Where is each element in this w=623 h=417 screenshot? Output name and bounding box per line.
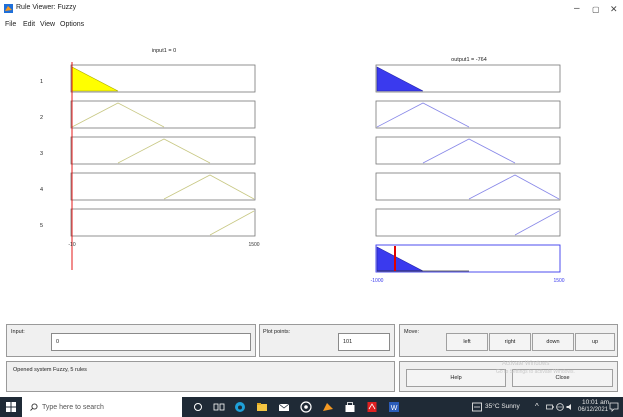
notification-center-icon[interactable] (609, 402, 619, 412)
output-header: output1 = -764 (451, 57, 487, 63)
input-axis-min: -10 (68, 242, 75, 248)
input-rule-1-plot[interactable] (70, 64, 256, 93)
task-view-icon[interactable] (213, 401, 225, 413)
close-window-button[interactable]: ✕ (610, 3, 618, 15)
file-explorer-icon[interactable] (256, 401, 268, 413)
battery-icon[interactable] (546, 403, 554, 411)
rule-number-2: 2 (40, 115, 43, 121)
menu-bar: File Edit View Options (0, 20, 623, 31)
weather-text[interactable]: 35°C Sunny (485, 403, 520, 410)
windows-start-icon[interactable] (6, 402, 16, 412)
menu-options[interactable]: Options (60, 21, 84, 28)
output-rule-3-plot[interactable] (375, 136, 561, 165)
output-rule-1-plot[interactable] (375, 64, 561, 93)
activate-windows-subtitle: Go to Settings to activate Windows. (496, 369, 575, 375)
network-icon[interactable] (556, 403, 564, 411)
move-right-button[interactable]: right (489, 333, 531, 351)
rule-number-5: 5 (40, 223, 43, 229)
move-panel: Move: left right down up (399, 324, 618, 357)
window-title: Rule Viewer: Fuzzy (16, 4, 77, 11)
input-rule-5-plot[interactable] (70, 208, 256, 237)
maximize-button[interactable]: ▢ (592, 4, 600, 16)
pdf-reader-icon[interactable] (366, 401, 378, 413)
input-field[interactable]: 0 (51, 333, 251, 351)
input-rule-3-plot[interactable] (70, 136, 256, 165)
input-axis-max: 1500 (248, 242, 259, 248)
clock-date[interactable]: 06/12/2021 (578, 407, 608, 413)
rule-viewer-window: Rule Viewer: Fuzzy – ▢ ✕ File Edit View … (0, 0, 623, 417)
matlab-app-icon (4, 4, 13, 13)
volume-icon[interactable] (566, 403, 574, 411)
menu-view[interactable]: View (40, 21, 55, 28)
input-label: Input: (11, 329, 25, 335)
mail-icon[interactable] (278, 401, 290, 413)
help-close-panel: Help Close Activate Windows Go to Settin… (399, 361, 618, 392)
clock-time[interactable]: 10:01 am (582, 399, 609, 406)
output-axis-min: -1000 (371, 278, 384, 284)
rule-number-1: 1 (40, 79, 43, 85)
move-label: Move: (404, 329, 419, 335)
plot-points-field[interactable]: 101 (338, 333, 390, 351)
show-hidden-icons-chevron-icon[interactable]: ^ (535, 402, 539, 411)
cortana-icon[interactable] (192, 401, 204, 413)
word-icon[interactable]: W (388, 401, 400, 413)
input-rule-2-plot[interactable] (70, 100, 256, 129)
status-text: Opened system Fuzzy, 5 rules (13, 367, 87, 373)
move-down-button[interactable]: down (532, 333, 574, 351)
input-rule-4-plot[interactable] (70, 172, 256, 201)
weather-icon[interactable] (472, 402, 482, 412)
menu-file[interactable]: File (5, 21, 16, 28)
output-rule-5-plot[interactable] (375, 208, 561, 237)
move-left-button[interactable]: left (446, 333, 488, 351)
svg-text:W: W (391, 405, 398, 412)
output-rule-4-plot[interactable] (375, 172, 561, 201)
input-header: input1 = 0 (152, 48, 176, 54)
taskbar-search-box[interactable]: Type here to search (22, 397, 182, 417)
plot-points-panel: Plot points: 101 (259, 324, 395, 357)
output-rule-2-plot[interactable] (375, 100, 561, 129)
rule-number-4: 4 (40, 187, 43, 193)
minimize-button[interactable]: – (574, 3, 580, 15)
menu-edit[interactable]: Edit (23, 21, 35, 28)
search-placeholder: Type here to search (42, 403, 104, 411)
windows-taskbar: Type here to search W 35°C Sunny ^ 10:01… (0, 397, 623, 417)
rule-plot-area: input1 = 0 output1 = -764 1 2 3 4 5 -10 … (0, 34, 623, 319)
chrome-icon[interactable] (300, 401, 312, 413)
output-axis-max: 1500 (553, 278, 564, 284)
edge-browser-icon[interactable] (234, 401, 246, 413)
plot-points-label: Plot points: (263, 329, 291, 335)
rule-number-3: 3 (40, 151, 43, 157)
input-panel: Input: 0 (6, 324, 256, 357)
aggregated-output-plot[interactable] (375, 244, 561, 273)
rule-plots-svg[interactable]: input1 = 0 output1 = -764 1 2 3 4 5 -10 … (0, 34, 623, 319)
move-up-button[interactable]: up (575, 333, 615, 351)
search-icon (30, 403, 38, 411)
help-button[interactable]: Help (406, 369, 506, 387)
store-icon[interactable] (344, 401, 356, 413)
activate-windows-title: Activate Windows (502, 361, 550, 367)
matlab-taskbar-icon[interactable] (322, 401, 334, 413)
title-bar: Rule Viewer: Fuzzy – ▢ ✕ (0, 0, 623, 20)
status-panel: Opened system Fuzzy, 5 rules (6, 361, 395, 392)
